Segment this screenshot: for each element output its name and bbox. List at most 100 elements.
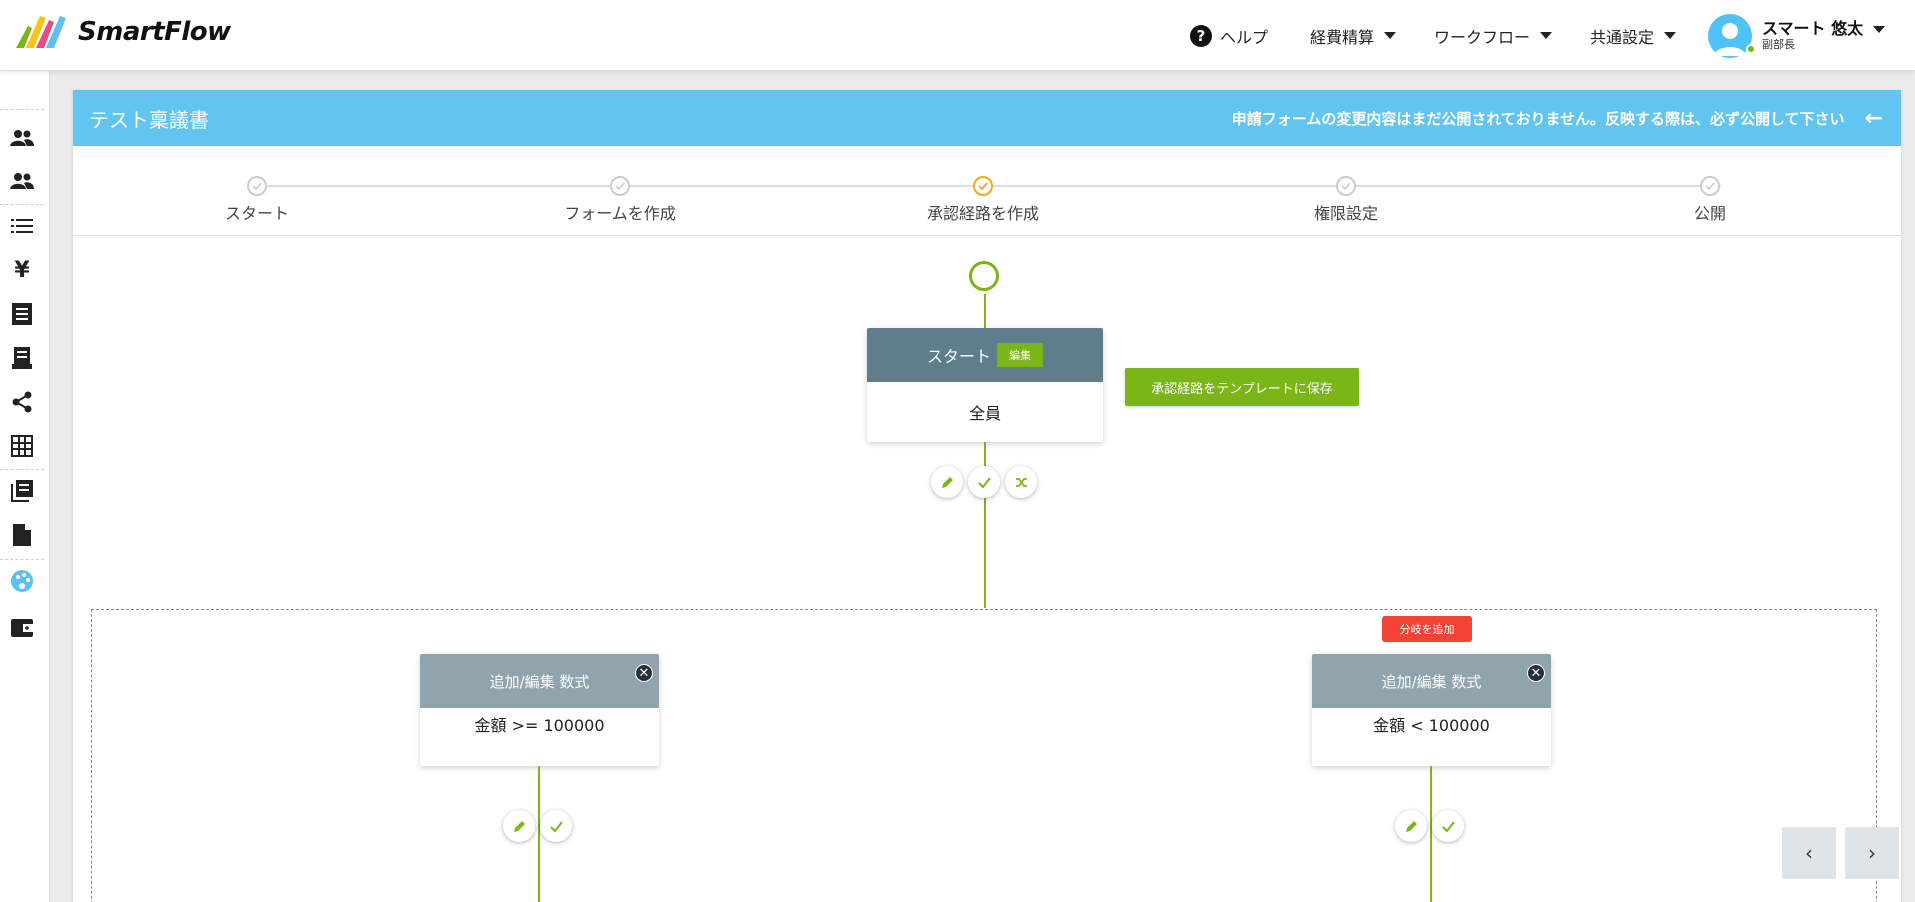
start-step-assignee: 全員 <box>968 404 1001 423</box>
edit-pencil-button[interactable] <box>931 466 963 498</box>
step-publish[interactable]: 公開 <box>1610 176 1810 224</box>
edit-pencil-button[interactable] <box>503 810 535 842</box>
progress-steps: スタート フォームを作成 承認経路を作成 権限設定 公開 <box>73 146 1901 236</box>
check-icon <box>247 176 267 196</box>
grid-icon[interactable] <box>0 426 44 466</box>
caret-down-icon <box>1664 32 1677 39</box>
yen-icon[interactable]: ¥ <box>0 250 44 290</box>
check-icon <box>977 476 991 489</box>
branch-container <box>91 609 1877 902</box>
users-icon[interactable] <box>0 118 44 158</box>
branch-condition-title: 追加/編集 数式 <box>489 672 590 691</box>
caret-down-icon <box>1540 32 1553 39</box>
avatar <box>1708 14 1752 58</box>
unpublished-notice: 申請フォームの変更内容はまだ公開されておりません。反映する際は、必ず公開して下さ… <box>1232 106 1883 131</box>
wallet-icon[interactable] <box>0 608 44 648</box>
scroll-right-button[interactable]: › <box>1845 827 1899 879</box>
online-status-dot <box>1746 44 1756 54</box>
main-nav: ? ヘルプ 経費精算 ワークフロー 共通設定 <box>1190 0 1677 71</box>
start-step-title: スタート <box>926 347 991 366</box>
start-step-header: スタート 編集 <box>867 328 1103 382</box>
receipt-icon[interactable] <box>0 294 44 334</box>
close-icon[interactable]: ✕ <box>635 664 653 682</box>
library-icon[interactable] <box>0 471 44 511</box>
smartflow-logo-icon <box>16 16 66 48</box>
step-permissions[interactable]: 権限設定 <box>1246 176 1446 224</box>
palette-icon[interactable] <box>0 561 44 601</box>
nav-help-label: ヘルプ <box>1220 27 1269 47</box>
user-role: 副部長 <box>1762 38 1795 51</box>
flow-start-node <box>969 261 999 291</box>
sidebar-divider <box>0 204 44 205</box>
step-label: 公開 <box>1693 204 1726 223</box>
invoice-icon[interactable] <box>0 338 44 378</box>
list-icon[interactable] <box>0 206 44 246</box>
branch-condition-header[interactable]: 追加/編集 数式 <box>420 654 659 708</box>
nav-expense-label: 経費精算 <box>1310 27 1375 47</box>
check-icon <box>973 176 993 196</box>
add-branch-shuffle-button[interactable] <box>1005 466 1037 498</box>
shuffle-icon <box>1015 477 1027 487</box>
step-label: 承認経路を作成 <box>926 204 1039 223</box>
step-label: フォームを作成 <box>564 204 676 223</box>
unpublished-notice-text: 申請フォームの変更内容はまだ公開されておりません。反映する際は、必ず公開して下さ… <box>1231 109 1845 128</box>
person-icon <box>1714 23 1746 56</box>
add-branch-button[interactable]: 分岐を追加 <box>1382 616 1472 642</box>
approval-flow-canvas: スタート 編集 全員 承認経路をテンプレートに保存 分岐を追加 追加/編集 数式… <box>73 236 1901 902</box>
flow-connector <box>538 766 540 902</box>
document-icon[interactable] <box>0 515 44 555</box>
sidebar-divider <box>0 559 44 560</box>
sidebar-divider <box>0 109 44 110</box>
step-label: 権限設定 <box>1313 204 1378 223</box>
edit-pencil-button[interactable] <box>1395 810 1427 842</box>
branch-condition-card: 追加/編集 数式 ✕ 金額 >= 100000 <box>420 654 659 766</box>
step-start[interactable]: スタート <box>157 176 357 224</box>
share-icon[interactable] <box>0 382 44 422</box>
flow-connector <box>1430 766 1432 902</box>
back-arrow-icon[interactable]: ← <box>1865 106 1883 131</box>
branch-condition-card: 追加/編集 数式 ✕ 金額 < 100000 <box>1312 654 1551 766</box>
nav-common-settings-label: 共通設定 <box>1590 27 1655 47</box>
check-icon <box>1441 820 1455 833</box>
step-create-form[interactable]: フォームを作成 <box>520 176 720 224</box>
users-group-icon[interactable] <box>0 161 44 201</box>
start-step-card: スタート 編集 全員 <box>867 328 1103 442</box>
help-icon: ? <box>1190 24 1212 47</box>
add-approval-button[interactable] <box>540 810 572 842</box>
step-create-route[interactable]: 承認経路を作成 <box>883 176 1083 224</box>
branch-condition-header[interactable]: 追加/編集 数式 <box>1312 654 1551 708</box>
caret-down-icon <box>1873 25 1886 33</box>
close-icon[interactable]: ✕ <box>1527 664 1545 682</box>
add-approval-button[interactable] <box>1432 810 1464 842</box>
top-header: SmartFlow ? ヘルプ 経費精算 ワークフロー 共通設定 スマート 悠太… <box>0 0 1915 71</box>
nav-workflow-label: ワークフロー <box>1434 27 1531 47</box>
nav-expense[interactable]: 経費精算 <box>1310 24 1397 48</box>
pencil-icon <box>941 476 953 488</box>
brand-logo[interactable]: SmartFlow <box>16 14 231 50</box>
pencil-icon <box>1405 820 1417 832</box>
brand-name: SmartFlow <box>78 17 231 47</box>
form-title: テスト稟議書 <box>89 107 209 132</box>
nav-common-settings[interactable]: 共通設定 <box>1590 24 1677 48</box>
branch-condition-expression: 金額 < 100000 <box>1373 716 1490 735</box>
add-approval-button[interactable] <box>968 466 1000 498</box>
check-icon <box>1700 176 1720 196</box>
branch-condition-title: 追加/編集 数式 <box>1381 672 1482 691</box>
step-label: スタート <box>224 204 289 223</box>
save-as-template-button[interactable]: 承認経路をテンプレートに保存 <box>1125 368 1359 406</box>
sidebar: ¥ <box>0 71 50 902</box>
panel-header: テスト稟議書 申請フォームの変更内容はまだ公開されておりません。反映する際は、必… <box>73 90 1901 146</box>
nav-workflow[interactable]: ワークフロー <box>1434 24 1553 48</box>
check-icon <box>549 820 563 833</box>
user-menu[interactable]: スマート 悠太 副部長 <box>1708 14 1886 58</box>
branch-condition-expression: 金額 >= 100000 <box>474 716 605 735</box>
pencil-icon <box>513 820 525 832</box>
nav-help[interactable]: ? ヘルプ <box>1190 24 1268 48</box>
check-icon <box>610 176 630 196</box>
sidebar-divider <box>0 469 44 470</box>
edit-badge-button[interactable]: 編集 <box>997 343 1043 367</box>
caret-down-icon <box>1384 32 1397 39</box>
check-icon <box>1336 176 1356 196</box>
workflow-editor-panel: テスト稟議書 申請フォームの変更内容はまだ公開されておりません。反映する際は、必… <box>73 90 1901 902</box>
scroll-left-button[interactable]: ‹ <box>1782 827 1836 879</box>
